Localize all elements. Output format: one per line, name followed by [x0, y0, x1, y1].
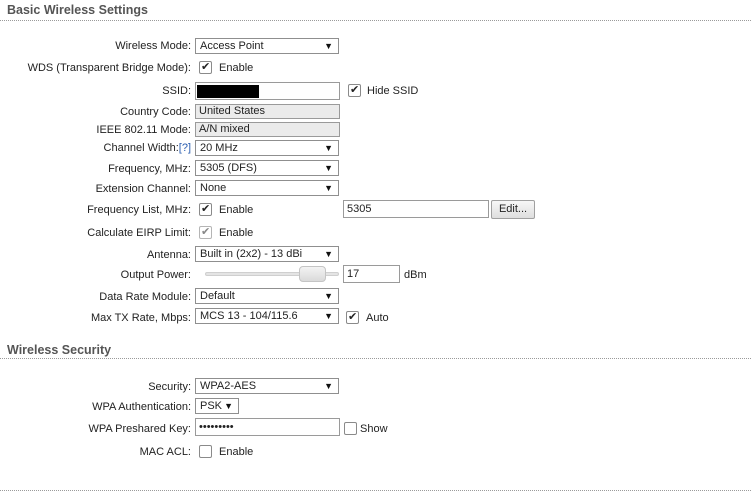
wpa-key-input[interactable]: •••••••••: [195, 418, 340, 436]
data-rate-module-label: Data Rate Module:: [99, 291, 191, 303]
security-select[interactable]: WPA2-AES ▼: [195, 378, 339, 394]
extension-channel-label: Extension Channel:: [95, 183, 191, 195]
extension-channel-value: None: [200, 182, 227, 194]
max-tx-rate-value: MCS 13 - 104/115.6: [200, 310, 298, 322]
channel-width-value: 20 MHz: [200, 142, 238, 154]
eirp-label: Calculate EIRP Limit:: [87, 227, 191, 239]
data-rate-module-value: Default: [200, 290, 235, 302]
frequency-list-label: Frequency List, MHz:: [87, 204, 191, 216]
basic-settings-title: Basic Wireless Settings: [7, 3, 148, 17]
channel-width-label-text: Channel Width:: [103, 142, 179, 154]
frequency-list-edit-button[interactable]: Edit...: [491, 200, 535, 219]
wireless-security-title: Wireless Security: [7, 343, 112, 357]
mac-acl-checkbox[interactable]: [199, 445, 212, 458]
wireless-mode-select[interactable]: Access Point ▼: [195, 38, 339, 54]
chevron-down-icon: ▼: [324, 291, 333, 301]
section-divider: [0, 20, 751, 21]
mac-acl-enable-label: Enable: [219, 446, 254, 458]
country-code-field: United States: [195, 104, 340, 119]
ssid-label: SSID:: [162, 85, 191, 97]
output-power-label: Output Power:: [120, 269, 191, 281]
antenna-value: Built in (2x2) - 13 dBi: [200, 248, 303, 260]
ssid-redaction: [197, 85, 259, 98]
max-tx-rate-label: Max TX Rate, Mbps:: [90, 312, 191, 324]
antenna-label: Antenna:: [146, 249, 191, 261]
chevron-down-icon: ▼: [324, 41, 333, 51]
channel-width-help-link[interactable]: [?]: [179, 142, 191, 154]
extension-channel-select[interactable]: None ▼: [195, 180, 339, 196]
wds-enable-label: Enable: [219, 62, 254, 74]
wds-enable-checkbox[interactable]: [199, 60, 212, 74]
ieee-mode-label: IEEE 802.11 Mode:: [96, 124, 191, 136]
hide-ssid-label: Hide SSID: [367, 85, 419, 97]
channel-width-select[interactable]: 20 MHz ▼: [195, 140, 339, 156]
antenna-select[interactable]: Built in (2x2) - 13 dBi ▼: [195, 246, 339, 262]
wpa-key-label: WPA Preshared Key:: [88, 423, 191, 435]
chevron-down-icon: ▼: [324, 163, 333, 173]
frequency-select[interactable]: 5305 (DFS) ▼: [195, 160, 339, 176]
section-divider: [0, 358, 751, 359]
hide-ssid-checkbox[interactable]: [348, 83, 361, 97]
chevron-down-icon: ▼: [324, 143, 333, 153]
eirp-enable-label: Enable: [219, 227, 254, 239]
wireless-mode-label: Wireless Mode:: [115, 40, 191, 52]
max-tx-auto-checkbox[interactable]: [346, 310, 359, 324]
chevron-down-icon: ▼: [324, 311, 333, 321]
country-code-label: Country Code:: [120, 106, 191, 118]
security-label: Security:: [148, 381, 191, 393]
chevron-down-icon: ▼: [324, 183, 333, 193]
wpa-auth-select[interactable]: PSK ▼: [195, 398, 239, 414]
channel-width-label: Channel Width:[?]: [104, 142, 191, 154]
security-value: WPA2-AES: [200, 380, 257, 392]
mac-acl-label: MAC ACL:: [139, 446, 191, 458]
max-tx-rate-select[interactable]: MCS 13 - 104/115.6 ▼: [195, 308, 339, 324]
wds-label: WDS (Transparent Bridge Mode):: [27, 62, 191, 74]
frequency-label: Frequency, MHz:: [108, 163, 191, 175]
frequency-list-checkbox[interactable]: [199, 202, 212, 216]
chevron-down-icon: ▼: [224, 401, 233, 411]
show-key-checkbox[interactable]: [344, 422, 357, 435]
frequency-value: 5305 (DFS): [200, 162, 257, 174]
eirp-checkbox[interactable]: [199, 225, 212, 239]
output-power-slider-handle[interactable]: [299, 266, 327, 282]
wpa-auth-value: PSK: [200, 400, 223, 412]
output-power-input[interactable]: 17: [343, 265, 400, 283]
section-divider: [0, 490, 751, 491]
frequency-list-input[interactable]: 5305: [343, 200, 489, 218]
show-key-label: Show: [360, 423, 388, 435]
wpa-auth-label: WPA Authentication:: [92, 401, 191, 413]
output-power-unit: dBm: [404, 269, 427, 281]
chevron-down-icon: ▼: [324, 381, 333, 391]
ieee-mode-field: A/N mixed: [195, 122, 340, 137]
max-tx-auto-label: Auto: [366, 312, 389, 324]
frequency-list-enable-label: Enable: [219, 204, 254, 216]
wireless-mode-value: Access Point: [200, 40, 264, 52]
data-rate-module-select[interactable]: Default ▼: [195, 288, 339, 304]
chevron-down-icon: ▼: [324, 249, 333, 259]
